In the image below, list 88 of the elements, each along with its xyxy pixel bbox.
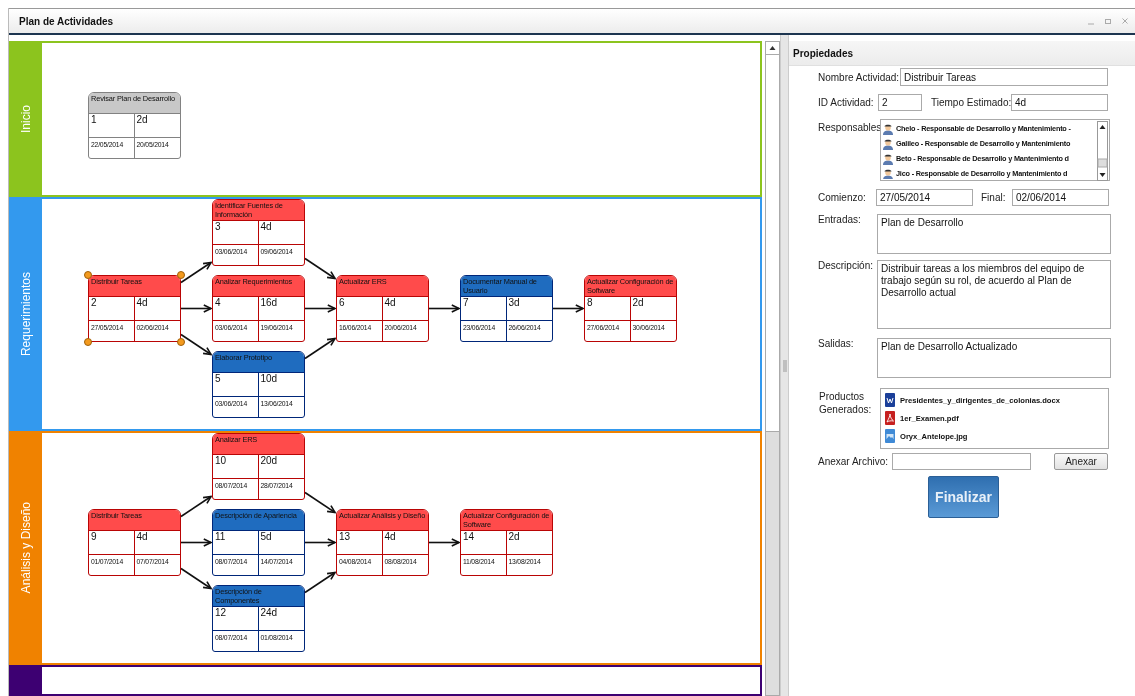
input-field[interactable]: Distribuir Tareas <box>900 68 1108 86</box>
lane-label: Inicio <box>18 105 33 133</box>
text-area[interactable]: Plan de Desarrollo <box>877 214 1111 254</box>
field-label: ID Actividad: <box>818 97 875 108</box>
node-cell: 24d <box>258 607 304 631</box>
maximize-icon[interactable] <box>1104 17 1112 25</box>
node-cell: 7 <box>461 297 507 321</box>
grip-icon[interactable] <box>782 359 787 372</box>
image-file-icon <box>885 429 895 443</box>
node-cell: 10d <box>258 373 304 397</box>
node-cell: 3 <box>213 221 259 245</box>
node-cell: 9 <box>89 531 135 555</box>
node-cell: 5d <box>258 531 304 555</box>
selection-handle[interactable] <box>84 338 92 346</box>
person-icon <box>882 167 894 179</box>
node-cell: 4d <box>134 297 180 321</box>
node-cell: 2d <box>630 297 676 321</box>
scrollbar[interactable] <box>765 41 780 696</box>
field-label: Anexar Archivo: <box>818 456 890 467</box>
selection-handle[interactable] <box>177 271 185 279</box>
scrollbar-drawing[interactable] <box>1097 121 1108 181</box>
document-icon <box>885 393 895 407</box>
input-field[interactable] <box>892 453 1031 470</box>
arrow <box>304 337 337 360</box>
person-icon <box>882 122 894 135</box>
node-cell: 2 <box>89 297 135 321</box>
node-cell: 1 <box>89 114 135 138</box>
field-label: Comienzo: <box>818 192 867 203</box>
selection-handle[interactable] <box>84 271 92 279</box>
node-cell: 4d <box>382 531 428 555</box>
arrow <box>304 304 337 313</box>
input-field[interactable]: 02/06/2014 <box>1012 189 1109 206</box>
arrow <box>180 567 213 590</box>
field-label: Productos Generados: <box>818 390 873 416</box>
arrow <box>428 304 461 313</box>
node-cell: 4d <box>258 221 304 245</box>
node-cell: 6 <box>337 297 383 321</box>
text-area[interactable]: Distribuir tareas a los miembros del equipo de trabajo según su rol, de acuerdo al Plan de Desarrollo actual <box>877 260 1111 329</box>
field-label: Nombre Actividad: <box>818 71 900 83</box>
attach-button[interactable]: Anexar <box>1054 453 1108 470</box>
arrow <box>304 257 337 280</box>
arrow <box>180 333 213 356</box>
close-icon[interactable] <box>1121 17 1129 25</box>
node-cell: 8 <box>585 297 631 321</box>
arrow <box>304 538 337 547</box>
arrow <box>180 495 213 518</box>
node-cell: 10 <box>213 455 259 479</box>
arrow <box>428 538 461 547</box>
arrow <box>304 571 337 594</box>
input-field[interactable]: 4d <box>1011 94 1108 111</box>
arrow <box>552 304 585 313</box>
panel-title: Propiedades <box>793 47 854 59</box>
field-label: Responsables <box>818 121 880 133</box>
field-label: Final: <box>981 192 1007 203</box>
field-label: Salidas: <box>818 338 855 349</box>
input-field[interactable]: 2 <box>878 94 922 111</box>
window-title: Plan de Actividades <box>19 15 114 27</box>
node-cell: 20d <box>258 455 304 479</box>
lane-label: Requerimientos <box>18 271 33 356</box>
node-cell: 5 <box>213 373 259 397</box>
node-cell: 11 <box>213 531 259 555</box>
file-icon <box>885 411 895 425</box>
arrow <box>180 538 213 547</box>
node-cell: 4d <box>382 297 428 321</box>
node-cell: 12 <box>213 607 259 631</box>
responsibles-list[interactable] <box>880 119 1110 181</box>
node-cell: 16d <box>258 297 304 321</box>
node-cell: 2d <box>134 114 180 138</box>
arrow <box>304 491 337 514</box>
input-field[interactable]: 27/05/2014 <box>876 189 973 206</box>
node-cell: 14 <box>461 531 507 555</box>
arrow <box>180 304 213 313</box>
scroll-up-icon[interactable] <box>766 42 779 55</box>
lane-label: Análisis y Diseño <box>18 502 33 594</box>
field-label: Entradas: <box>818 214 862 225</box>
node-cell: 4 <box>213 297 259 321</box>
selection-handle[interactable] <box>177 338 185 346</box>
node-cell: 2d <box>506 531 552 555</box>
person-icon <box>882 152 894 165</box>
scroll-thumb[interactable] <box>766 55 779 432</box>
node-cell: 13 <box>337 531 383 555</box>
field-label: Tiempo Estimado: <box>931 97 1011 108</box>
field-label: Descripción: <box>818 260 875 271</box>
node-cell: 3d <box>506 297 552 321</box>
person-icon <box>882 137 894 150</box>
node-cell: 4d <box>134 531 180 555</box>
arrow <box>180 261 213 284</box>
text-area[interactable]: Plan de Desarrollo Actualizado <box>877 338 1111 378</box>
